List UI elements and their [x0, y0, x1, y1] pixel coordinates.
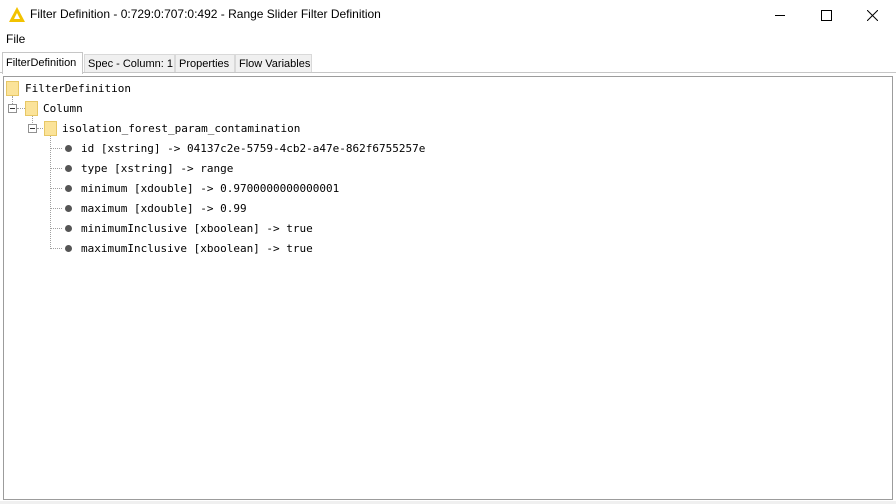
tree-panel: FilterDefinition Column isolation_forest…: [3, 76, 893, 500]
tab-divider: [0, 72, 896, 73]
tree-leaf[interactable]: maximumInclusive [xboolean] -> true: [4, 239, 524, 259]
bullet-icon: [65, 165, 72, 172]
minimize-icon: [775, 15, 785, 16]
tab-filter-definition[interactable]: FilterDefinition: [2, 52, 83, 74]
tree-node-param[interactable]: isolation_forest_param_contamination: [4, 119, 404, 139]
tree-node-label: isolation_forest_param_contamination: [62, 122, 301, 135]
tree-leaf-label: minimum [xdouble] -> 0.9700000000000001: [81, 182, 340, 195]
tab-strip: FilterDefinition Spec - Column: 1 Proper…: [0, 52, 896, 74]
menu-file[interactable]: File: [6, 32, 25, 46]
menu-bar: File: [0, 30, 896, 48]
title-bar: Filter Definition - 0:729:0:707:0:492 - …: [0, 0, 896, 30]
tab-properties[interactable]: Properties: [175, 54, 235, 72]
bullet-icon: [65, 225, 72, 232]
tree-leaf-label: type [xstring] -> range: [81, 162, 234, 175]
tree-leaf[interactable]: minimumInclusive [xboolean] -> true: [4, 219, 524, 239]
tree-leaf-label: maximumInclusive [xboolean] -> true: [81, 242, 313, 255]
filter-tree: FilterDefinition Column isolation_forest…: [4, 77, 892, 499]
window-title: Filter Definition - 0:729:0:707:0:492 - …: [30, 7, 381, 21]
tree-node-label: FilterDefinition: [25, 82, 131, 95]
collapse-icon[interactable]: [8, 104, 17, 113]
tab-spec-column[interactable]: Spec - Column: 1: [84, 54, 175, 72]
bullet-icon: [65, 145, 72, 152]
tree-leaf-label: maximum [xdouble] -> 0.99: [81, 202, 247, 215]
folder-icon: [6, 81, 19, 96]
tree-leaf-label: minimumInclusive [xboolean] -> true: [81, 222, 313, 235]
folder-icon: [25, 101, 38, 116]
close-button[interactable]: [849, 0, 895, 30]
bullet-icon: [65, 245, 72, 252]
tree-leaf[interactable]: minimum [xdouble] -> 0.9700000000000001: [4, 179, 524, 199]
minimize-button[interactable]: [757, 0, 803, 30]
knime-triangle-icon: [9, 7, 25, 22]
close-icon: [866, 9, 878, 21]
maximize-button[interactable]: [803, 0, 849, 30]
tree-node-label: Column: [43, 102, 83, 115]
maximize-icon: [820, 9, 832, 21]
tree-leaf[interactable]: id [xstring] -> 04137c2e-5759-4cb2-a47e-…: [4, 139, 524, 159]
bullet-icon: [65, 205, 72, 212]
folder-icon: [44, 121, 57, 136]
tab-flow-variables[interactable]: Flow Variables: [235, 54, 312, 72]
tree-leaf-label: id [xstring] -> 04137c2e-5759-4cb2-a47e-…: [81, 142, 426, 155]
tree-node-root[interactable]: FilterDefinition: [4, 79, 304, 99]
tree-node-column[interactable]: Column: [4, 99, 304, 119]
tree-leaf[interactable]: maximum [xdouble] -> 0.99: [4, 199, 524, 219]
tree-leaf[interactable]: type [xstring] -> range: [4, 159, 524, 179]
bullet-icon: [65, 185, 72, 192]
collapse-icon[interactable]: [28, 124, 37, 133]
